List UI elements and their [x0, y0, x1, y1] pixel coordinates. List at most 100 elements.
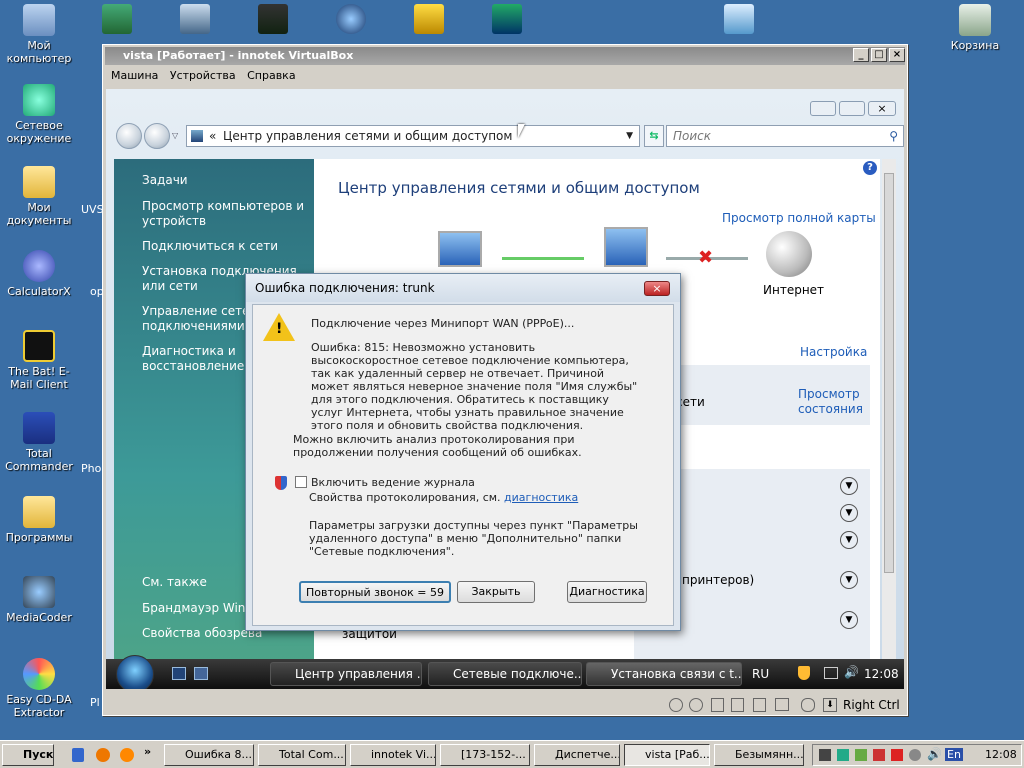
vista-lang-indicator[interactable]: RU: [752, 667, 769, 681]
address-bar[interactable]: « Центр управления сетями и общим доступ…: [186, 125, 640, 147]
search-input[interactable]: Поиск ⚲: [666, 125, 904, 147]
desktop-icon-network[interactable]: Сетевое окружение: [0, 84, 78, 145]
desktop-icon-app[interactable]: [336, 4, 366, 34]
desktop-icon-my-computer[interactable]: Мой компьютер: [0, 4, 78, 65]
usb-icon[interactable]: [731, 698, 744, 712]
close-dialog-button[interactable]: Закрыть: [457, 581, 535, 603]
vista-clock[interactable]: 12:08: [864, 667, 899, 681]
desktop-icon-app[interactable]: [492, 4, 522, 34]
desktop-icon-app[interactable]: [258, 4, 288, 34]
desktop-icon-label: Корзина: [950, 39, 1000, 52]
desktop-icon-app[interactable]: [180, 4, 210, 34]
quicklaunch-more[interactable]: »: [144, 745, 151, 758]
show-desktop-icon[interactable]: [172, 667, 186, 680]
desktop-icon-app[interactable]: [414, 4, 444, 34]
cd-icon[interactable]: [689, 698, 703, 712]
enable-logging-checkbox[interactable]: [295, 476, 307, 488]
vista-start-orb[interactable]: [116, 655, 154, 689]
expand-button[interactable]: ▼: [840, 504, 858, 522]
network-status-icon[interactable]: [753, 698, 766, 712]
checkbox-label[interactable]: Включить ведение журнала: [311, 476, 475, 489]
scroll-thumb[interactable]: [884, 173, 894, 573]
vista-taskbar-item[interactable]: Сетевые подключе...: [428, 662, 582, 686]
host-key-icon[interactable]: ⬇: [823, 698, 837, 712]
host-lang-indicator[interactable]: En: [945, 748, 963, 761]
tray-icon[interactable]: [891, 749, 903, 761]
expand-button[interactable]: ▼: [840, 611, 858, 629]
help-icon[interactable]: ?: [863, 161, 877, 175]
chevron-down-icon[interactable]: ▼: [626, 126, 633, 146]
vista-close-button[interactable]: ×: [868, 101, 896, 116]
quicklaunch-icon[interactable]: [120, 748, 134, 762]
refresh-button[interactable]: ⇆: [644, 125, 664, 147]
switch-windows-icon[interactable]: [194, 667, 208, 680]
vista-maximize-button[interactable]: [839, 101, 865, 116]
desktop-icon-easy-cd[interactable]: Easy CD-DA Extractor: [0, 658, 78, 719]
search-icon: ⚲: [889, 129, 898, 143]
desktop-icon-thebat[interactable]: The Bat! E-Mail Client: [0, 330, 78, 391]
dialog-titlebar[interactable]: Ошибка подключения: trunk: [246, 274, 680, 302]
vista-taskbar-item-active[interactable]: Установка связи с t...: [586, 662, 742, 686]
view-status-link[interactable]: Просмотр состояния: [798, 387, 863, 417]
maximize-button[interactable]: □: [871, 48, 887, 62]
back-button[interactable]: [116, 123, 142, 149]
vbox-statusbar: ⬇ Right Ctrl: [663, 697, 903, 713]
host-taskbar-item[interactable]: Диспетче...: [534, 744, 620, 766]
host-taskbar-item[interactable]: Безымянн...: [714, 744, 804, 766]
tray-icon[interactable]: [837, 749, 849, 761]
desktop-icon-recycle-bin[interactable]: Корзина: [936, 4, 1014, 52]
diagnose-button[interactable]: Диагностика: [567, 581, 647, 603]
desktop-icon-total-commander[interactable]: Total Commander: [0, 412, 78, 473]
settings-link[interactable]: Настройка: [800, 345, 867, 359]
disk-icon[interactable]: [669, 698, 683, 712]
expand-button[interactable]: ▼: [840, 531, 858, 549]
desktop-icon-app[interactable]: [102, 4, 132, 34]
task-connect-network[interactable]: Подключиться к сети: [142, 239, 310, 254]
desktop-icon-my-documents[interactable]: Мои документы: [0, 166, 78, 227]
quicklaunch-icon[interactable]: [96, 748, 110, 762]
network-tray-icon[interactable]: [824, 667, 838, 679]
desktop-icon-calculatorx[interactable]: CalculatorX: [0, 250, 78, 298]
expand-button[interactable]: ▼: [840, 477, 858, 495]
virtualbox-titlebar[interactable]: vista [Работает] - innotek VirtualBox: [105, 47, 905, 65]
tray-icon[interactable]: [873, 749, 885, 761]
shield-icon[interactable]: [798, 666, 810, 680]
volume-icon[interactable]: 🔊: [927, 747, 942, 761]
volume-icon[interactable]: 🔊: [844, 665, 859, 679]
desktop-icon-programs[interactable]: Программы: [0, 496, 78, 544]
tray-icon[interactable]: [909, 749, 921, 761]
desktop-icon-app[interactable]: [724, 4, 754, 34]
dialog-close-button[interactable]: ×: [644, 281, 670, 296]
mouse-icon[interactable]: [801, 698, 815, 712]
forward-button[interactable]: [144, 123, 170, 149]
minimize-button[interactable]: _: [853, 48, 869, 62]
menu-machine[interactable]: Машина: [111, 69, 158, 82]
task-view-computers[interactable]: Просмотр компьютеров и устройств: [142, 199, 310, 229]
tray-icon[interactable]: [855, 749, 867, 761]
host-taskbar-item[interactable]: Ошибка 8...: [164, 744, 254, 766]
full-map-link[interactable]: Просмотр полной карты: [722, 211, 876, 225]
vista-minimize-button[interactable]: [810, 101, 836, 116]
host-taskbar-item-active[interactable]: vista [Раб...: [624, 744, 710, 766]
menu-devices[interactable]: Устройства: [170, 69, 236, 82]
desktop-icon-mediacoder[interactable]: MediaCoder: [0, 576, 78, 624]
tray-icon[interactable]: [819, 749, 831, 761]
menu-help[interactable]: Справка: [247, 69, 295, 82]
shared-folder-icon[interactable]: [775, 698, 789, 711]
vertical-scrollbar[interactable]: [882, 159, 896, 689]
host-taskbar-item[interactable]: Total Com...: [258, 744, 346, 766]
history-dropdown[interactable]: ▽: [172, 131, 178, 140]
start-button[interactable]: Пуск: [2, 744, 54, 766]
quicklaunch-icon[interactable]: [72, 748, 84, 762]
redial-button[interactable]: Повторный звонок = 59: [299, 581, 451, 603]
vista-taskbar-item[interactable]: Центр управления ...: [270, 662, 422, 686]
dialog-title: Ошибка подключения: trunk: [255, 281, 435, 295]
host-taskbar-item[interactable]: innotek Vi...: [350, 744, 436, 766]
host-taskbar-item[interactable]: [173-152-...: [440, 744, 530, 766]
floppy-icon[interactable]: [711, 698, 724, 712]
diagnostics-link[interactable]: диагностика: [504, 491, 578, 504]
expand-button[interactable]: ▼: [840, 571, 858, 589]
desktop-icon-label: Total Commander: [5, 447, 73, 473]
close-button[interactable]: ×: [889, 48, 905, 62]
host-clock[interactable]: 12:08: [985, 748, 1017, 761]
